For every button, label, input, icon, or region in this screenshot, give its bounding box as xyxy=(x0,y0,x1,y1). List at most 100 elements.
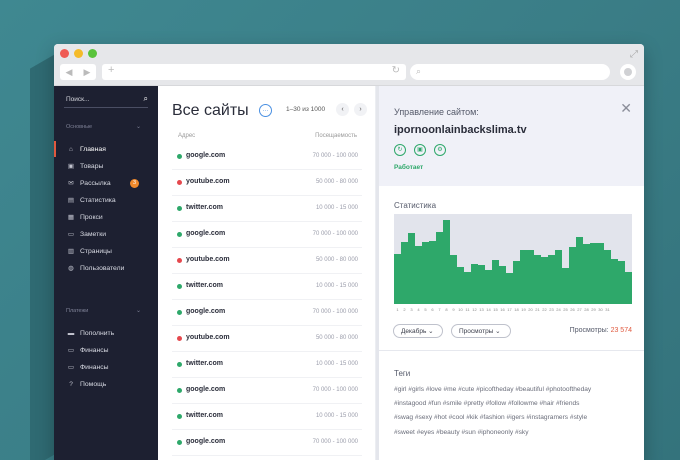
sidebar-search-placeholder: Поиск... xyxy=(66,96,90,103)
sites-list-panel: Все сайты … 1–30 из 1000 ‹ › Адрес Посещ… xyxy=(158,86,376,460)
chart-bar[interactable] xyxy=(527,250,534,304)
chart-tick-label: 4 xyxy=(417,307,420,312)
chart-bar[interactable] xyxy=(548,254,555,304)
sidebar-search-input[interactable]: Поиск... ⌕ xyxy=(64,94,148,108)
sidebar-item[interactable]: ▤ Статистика xyxy=(54,192,158,208)
tag-line[interactable]: #swag #sexy #hot #cool #kik #fashion #ig… xyxy=(394,411,639,425)
sidebar-item[interactable]: ⌂ Главная xyxy=(54,141,158,157)
chart-bar[interactable] xyxy=(478,265,485,304)
chart-bar[interactable] xyxy=(492,259,499,304)
chart-bar[interactable] xyxy=(618,260,625,304)
close-icon[interactable]: ✕ xyxy=(620,100,632,117)
pagination-info: 1–30 из 1000 xyxy=(286,106,326,113)
table-row[interactable]: google.com 70 000 - 100 000 xyxy=(172,222,362,248)
box-icon: ▣ xyxy=(67,163,75,170)
new-tab-icon[interactable]: + xyxy=(108,64,114,76)
chart-bar[interactable] xyxy=(576,236,583,304)
minimize-window-button[interactable] xyxy=(74,49,83,58)
sidebar-item[interactable]: ▭ Финансы xyxy=(54,359,158,375)
refresh-icon[interactable]: ↻ xyxy=(394,144,406,156)
chart-bar-track xyxy=(569,214,576,304)
next-page-button[interactable]: › xyxy=(354,103,367,116)
chart-bar[interactable] xyxy=(513,260,520,304)
chart-bar-track xyxy=(562,214,569,304)
table-row[interactable]: google.com 70 000 - 100 000 xyxy=(172,378,362,404)
table-row[interactable]: google.com 70 000 - 100 000 xyxy=(172,430,362,456)
back-icon[interactable]: ◀ xyxy=(66,67,73,78)
metric-select[interactable]: Просмотры ⌄ xyxy=(451,324,511,338)
chart-bar[interactable] xyxy=(583,243,590,304)
sidebar-item[interactable]: ▥ Страницы xyxy=(54,243,158,259)
table-row[interactable]: google.com 70 000 - 100 000 xyxy=(172,300,362,326)
gear-icon[interactable]: ⚙ xyxy=(434,144,446,156)
page-title: Все сайты xyxy=(172,102,249,119)
chart-bar[interactable] xyxy=(590,242,597,304)
chart-bar[interactable] xyxy=(443,220,450,304)
table-row[interactable]: twitter.com 10 000 - 15 000 xyxy=(172,196,362,222)
maximize-window-button[interactable] xyxy=(88,49,97,58)
sidebar-item[interactable]: ▭ Финансы xyxy=(54,342,158,358)
chart-bar-track xyxy=(436,214,443,304)
sidebar-item[interactable]: ◍ Пользователи xyxy=(54,260,158,276)
sidebar-item[interactable]: ✉ Рассылка 3 xyxy=(54,175,158,191)
sidebar-item[interactable]: ▣ Товары xyxy=(54,158,158,174)
chart-bar[interactable] xyxy=(569,247,576,304)
chart-bar[interactable] xyxy=(520,250,527,304)
fullscreen-icon[interactable]: ⤢ xyxy=(630,49,638,60)
extension-button[interactable] xyxy=(620,64,636,80)
table-row[interactable]: twitter.com 10 000 - 15 000 xyxy=(172,274,362,300)
sidebar-item[interactable]: ▬ Пополнить xyxy=(54,325,158,341)
chart-bar[interactable] xyxy=(464,271,471,304)
table-row[interactable]: twitter.com 10 000 - 15 000 xyxy=(172,404,362,430)
chart-bar[interactable] xyxy=(394,253,401,304)
chart-bar[interactable] xyxy=(436,232,443,304)
chart-bar[interactable] xyxy=(422,241,429,304)
tag-line[interactable]: #girl #girls #love #me #cute #picoftheda… xyxy=(394,383,639,397)
chart-tick-label: 14 xyxy=(486,307,491,312)
sidebar-item[interactable]: ? Помощь xyxy=(54,376,158,392)
chart-tick-label: 30 xyxy=(598,307,603,312)
forward-icon[interactable]: ▶ xyxy=(84,67,91,78)
close-window-button[interactable] xyxy=(60,49,69,58)
sidebar-section-main[interactable]: Основные ⌄ xyxy=(66,124,141,130)
browser-search-input[interactable]: ⌕ xyxy=(410,64,610,80)
sidebar-item[interactable]: ▦ Прокси xyxy=(54,209,158,225)
column-header-attendance[interactable]: Посещаемость xyxy=(315,133,357,139)
table-row[interactable]: youtube.com 50 000 - 80 000 xyxy=(172,248,362,274)
chart-bar[interactable] xyxy=(457,267,464,304)
table-row[interactable]: twitter.com 10 000 - 15 000 xyxy=(172,352,362,378)
chart-bar[interactable] xyxy=(408,232,415,304)
chart-bar[interactable] xyxy=(625,271,632,304)
chart-bar[interactable] xyxy=(450,254,457,304)
chart-bar[interactable] xyxy=(429,241,436,304)
chart-bar[interactable] xyxy=(534,254,541,304)
search-icon[interactable]: ⌕ xyxy=(144,94,148,104)
chat-icon[interactable]: … xyxy=(259,104,272,117)
column-header-address[interactable]: Адрес xyxy=(178,133,195,139)
chart-bar[interactable] xyxy=(471,264,478,304)
chart-bar[interactable] xyxy=(499,266,506,304)
table-row[interactable]: youtube.com 50 000 - 80 000 xyxy=(172,170,362,196)
chart-bar[interactable] xyxy=(541,257,548,304)
address-bar[interactable]: + ↻ xyxy=(102,64,406,80)
chart-bar[interactable] xyxy=(506,273,513,304)
chart-bar[interactable] xyxy=(401,241,408,304)
reload-icon[interactable]: ↻ xyxy=(392,65,400,76)
chart-bar[interactable] xyxy=(611,259,618,304)
attendance-range: 70 000 - 100 000 xyxy=(312,153,358,159)
table-row[interactable]: youtube.com 50 000 - 80 000 xyxy=(172,326,362,352)
sidebar-section-payments[interactable]: Платежи ⌄ xyxy=(66,308,141,314)
chart-bar[interactable] xyxy=(562,268,569,304)
chart-bar[interactable] xyxy=(555,250,562,304)
chart-bar[interactable] xyxy=(597,242,604,304)
chart-bar[interactable] xyxy=(604,250,611,304)
prev-page-button[interactable]: ‹ xyxy=(336,103,349,116)
tag-line[interactable]: #instagood #fun #smile #pretty #follow #… xyxy=(394,397,639,411)
table-row[interactable]: google.com 70 000 - 100 000 xyxy=(172,144,362,170)
settings-icon[interactable]: ▣ xyxy=(414,144,426,156)
chart-bar[interactable] xyxy=(415,246,422,304)
sidebar-item[interactable]: ▭ Заметки xyxy=(54,226,158,242)
chart-bar[interactable] xyxy=(485,269,492,304)
tag-line[interactable]: #sweet #eyes #beauty #sun #iphoneonly #s… xyxy=(394,426,639,440)
month-select[interactable]: Декабрь ⌄ xyxy=(393,324,443,338)
